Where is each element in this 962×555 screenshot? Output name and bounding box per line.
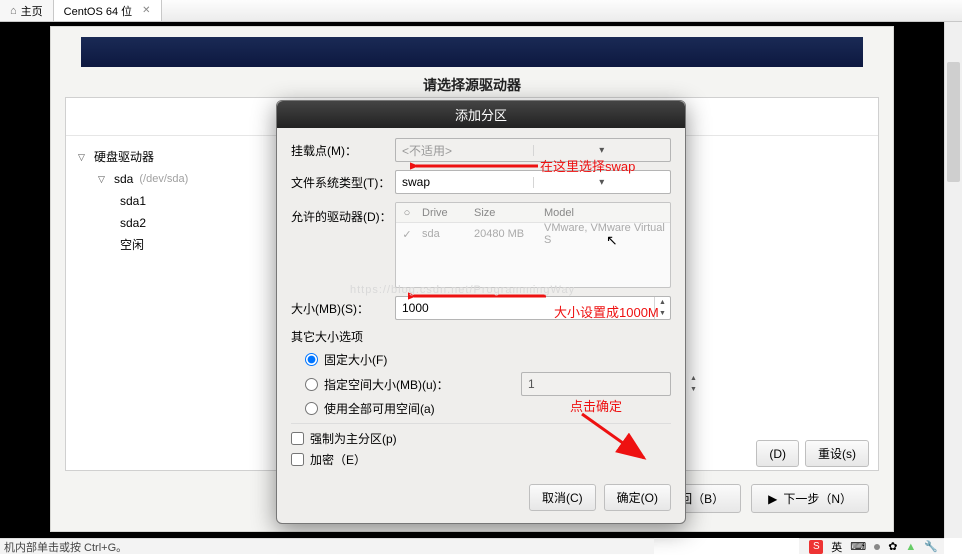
status-text: 机内部单击或按 Ctrl+G。 bbox=[4, 539, 127, 555]
tree-label: sda bbox=[114, 168, 133, 190]
nav-label: 下一步（N） bbox=[783, 490, 852, 507]
upload-icon: ▲ bbox=[905, 541, 916, 553]
wrench-icon[interactable]: 🔧 bbox=[924, 540, 938, 553]
radio-fixed-input[interactable] bbox=[305, 353, 318, 366]
tree-devpath: (/dev/sda) bbox=[139, 168, 188, 190]
combo-value: <不适用> bbox=[396, 142, 533, 159]
radio-label: 固定大小(F) bbox=[324, 351, 387, 368]
close-icon[interactable]: ✕ bbox=[142, 5, 150, 16]
size-label: 大小(MB)(S)： bbox=[291, 300, 395, 317]
tray-dot-icon bbox=[874, 544, 880, 550]
installer-banner bbox=[81, 37, 863, 67]
add-partition-dialog: 添加分区 挂载点(M)： <不适用> ▾ 文件系统类型(T)： swap ▾ 允… bbox=[276, 100, 686, 524]
radio-upto-input[interactable] bbox=[305, 378, 318, 391]
radio-label: 使用全部可用空间(a) bbox=[324, 400, 435, 417]
dialog-title: 添加分区 bbox=[277, 101, 685, 128]
tab-label: CentOS 64 位 bbox=[64, 3, 132, 19]
drive-check: ✓ bbox=[396, 228, 418, 241]
mount-label: 挂载点(M)： bbox=[291, 142, 395, 159]
check-encrypt[interactable]: 加密（E） bbox=[291, 451, 671, 468]
drives-label: 允许的驱动器(D)： bbox=[291, 202, 395, 225]
tab-bar: ⌂ 主页 CentOS 64 位 ✕ bbox=[0, 0, 962, 22]
col-model: Model bbox=[540, 207, 670, 219]
radio-upto[interactable]: 指定空间大小(MB)(u)： ▲▼ bbox=[305, 372, 671, 396]
status-bar: 机内部单击或按 Ctrl+G。 bbox=[0, 538, 654, 554]
caret-down-icon: ▽ bbox=[98, 168, 108, 190]
tab-label: 主页 bbox=[21, 3, 43, 19]
arrow-right-icon: ▶ bbox=[768, 492, 777, 506]
spin-down-icon: ▼ bbox=[690, 384, 697, 395]
tree-label: 硬盘驱动器 bbox=[94, 146, 154, 168]
drives-list[interactable]: ○ Drive Size Model ✓ sda 20480 MB VMware… bbox=[395, 202, 671, 288]
next-button[interactable]: ▶ 下一步（N） bbox=[751, 484, 869, 513]
spin-up-icon[interactable]: ▲ bbox=[655, 297, 670, 308]
check-label: 强制为主分区(p) bbox=[310, 430, 397, 447]
drive-row[interactable]: ✓ sda 20480 MB VMware, VMware Virtual S bbox=[396, 223, 670, 245]
tab-home[interactable]: ⌂ 主页 bbox=[0, 0, 54, 21]
reset-button[interactable]: 重设(s) bbox=[805, 440, 869, 467]
system-tray: S 英 ⌨ ✿ ▲ 🔧 bbox=[799, 538, 944, 554]
col-size: Size bbox=[470, 207, 540, 219]
upto-spinner: ▲▼ bbox=[521, 372, 671, 396]
other-size-group: 其它大小选项 bbox=[291, 328, 671, 345]
col-drive: Drive bbox=[418, 207, 470, 219]
check-primary-input[interactable] bbox=[291, 432, 304, 445]
chevron-down-icon: ▾ bbox=[533, 145, 671, 156]
check-encrypt-input[interactable] bbox=[291, 453, 304, 466]
col-check: ○ bbox=[396, 207, 418, 219]
check-label: 加密（E） bbox=[310, 451, 366, 468]
spin-up-icon: ▲ bbox=[690, 373, 697, 384]
vertical-scrollbar[interactable] bbox=[944, 22, 962, 538]
sogou-ime-icon[interactable]: S bbox=[809, 540, 823, 554]
radio-label: 指定空间大小(MB)(u)： bbox=[324, 376, 449, 393]
radio-all-input[interactable] bbox=[305, 402, 318, 415]
settings-icon[interactable]: ✿ bbox=[888, 540, 897, 553]
scrollbar-thumb[interactable] bbox=[947, 62, 960, 182]
home-icon: ⌂ bbox=[10, 5, 17, 17]
size-input[interactable] bbox=[396, 297, 654, 319]
drive-size: 20480 MB bbox=[470, 228, 540, 240]
upto-input bbox=[522, 373, 689, 395]
fstype-label: 文件系统类型(T)： bbox=[291, 174, 395, 191]
drive-name: sda bbox=[418, 228, 470, 240]
panel-buttons: (D) 重设(s) bbox=[756, 440, 869, 467]
combo-value: swap bbox=[396, 175, 533, 189]
ime-lang[interactable]: 英 bbox=[831, 539, 842, 555]
caret-down-icon: ▽ bbox=[78, 146, 88, 168]
spin-down-icon[interactable]: ▼ bbox=[655, 308, 670, 319]
ok-button[interactable]: 确定(O) bbox=[604, 484, 671, 511]
fstype-combo[interactable]: swap ▾ bbox=[395, 170, 671, 194]
mount-combo[interactable]: <不适用> ▾ bbox=[395, 138, 671, 162]
drive-model: VMware, VMware Virtual S bbox=[540, 222, 670, 246]
size-spinner[interactable]: ▲ ▼ bbox=[395, 296, 671, 320]
undo-button[interactable]: (D) bbox=[756, 440, 799, 467]
cancel-button[interactable]: 取消(C) bbox=[529, 484, 596, 511]
keyboard-icon[interactable]: ⌨ bbox=[850, 540, 866, 553]
radio-all[interactable]: 使用全部可用空间(a) bbox=[305, 400, 671, 417]
chevron-down-icon: ▾ bbox=[533, 177, 671, 188]
installer-title: 请选择源驱动器 bbox=[51, 75, 893, 95]
radio-fixed[interactable]: 固定大小(F) bbox=[305, 351, 671, 368]
check-primary[interactable]: 强制为主分区(p) bbox=[291, 430, 671, 447]
tab-vm[interactable]: CentOS 64 位 ✕ bbox=[54, 0, 162, 21]
drives-header: ○ Drive Size Model bbox=[396, 203, 670, 223]
